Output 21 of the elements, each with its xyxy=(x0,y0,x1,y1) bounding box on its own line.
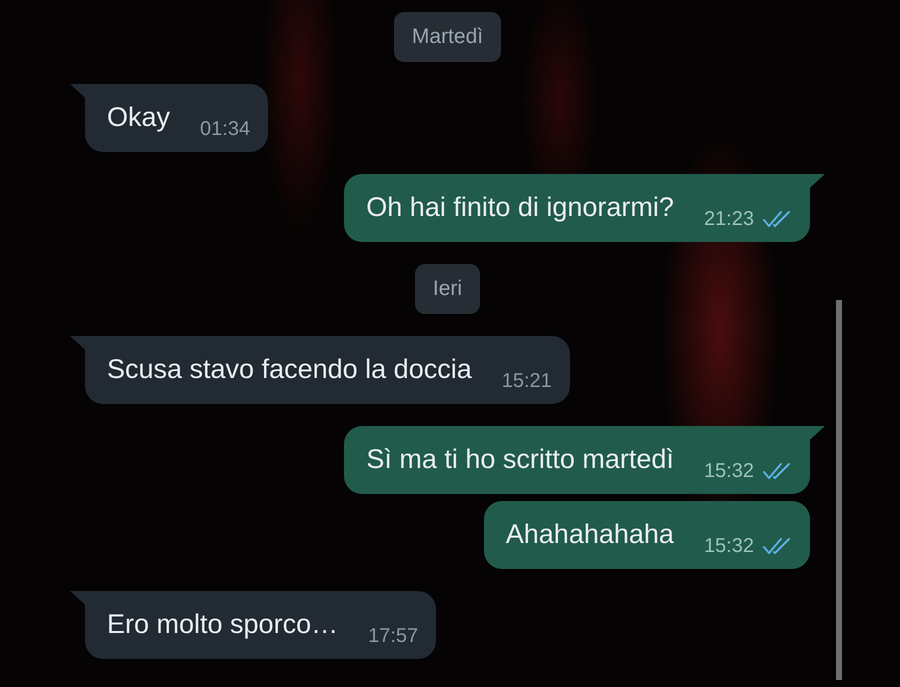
scrollbar[interactable] xyxy=(836,300,842,680)
message-bubble[interactable]: Ero molto sporco… 17:57 xyxy=(70,591,436,659)
message-bubble[interactable]: Sì ma ti ho scritto martedì 15:32 xyxy=(344,426,825,494)
message-text: Ahahahahaha xyxy=(506,518,674,551)
message-time: 15:21 xyxy=(502,370,552,392)
message-bubble[interactable]: Oh hai finito di ignorarmi? 21:23 xyxy=(344,174,825,242)
message-bubble[interactable]: Okay 01:34 xyxy=(70,84,268,152)
message-time: 21:23 xyxy=(704,208,754,230)
message-time: 15:32 xyxy=(704,460,754,482)
message-bubble[interactable]: Scusa stavo facendo la doccia 15:21 xyxy=(70,336,570,404)
message-time: 15:32 xyxy=(704,535,754,557)
message-time: 17:57 xyxy=(368,625,418,647)
message-text: Ero molto sporco… xyxy=(107,608,338,641)
message-text: Sì ma ti ho scritto martedì xyxy=(366,443,674,476)
date-chip: Martedì xyxy=(394,12,502,62)
message-time: 01:34 xyxy=(200,118,250,140)
message-text: Oh hai finito di ignorarmi? xyxy=(366,191,674,224)
date-chip: Ieri xyxy=(414,264,480,314)
message-bubble[interactable]: Ahahahahaha 15:32 xyxy=(484,501,825,569)
message-text: Scusa stavo facendo la doccia xyxy=(107,353,472,386)
message-text: Okay xyxy=(107,101,170,134)
